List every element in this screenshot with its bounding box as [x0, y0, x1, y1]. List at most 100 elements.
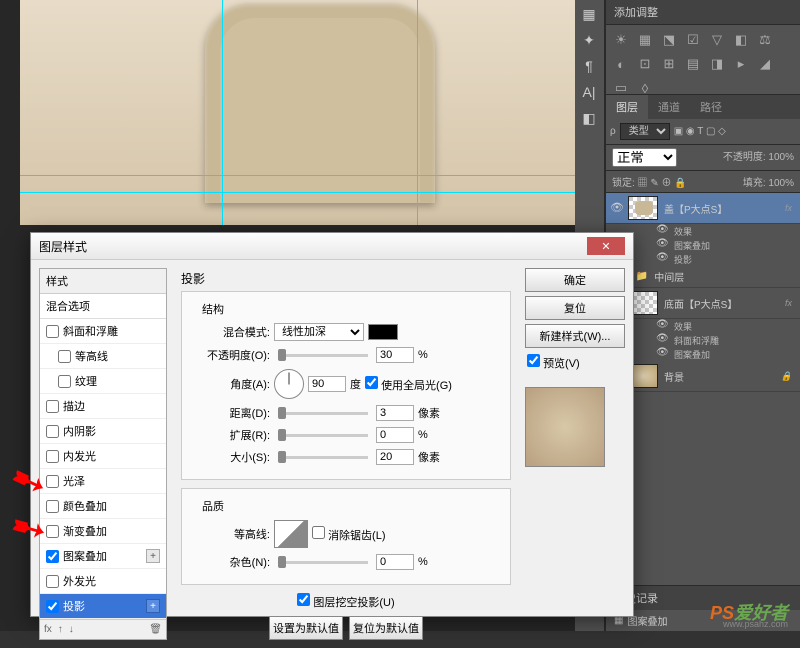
fx-badge[interactable]: fx — [785, 298, 796, 308]
style-checkbox[interactable] — [46, 600, 59, 613]
fill-label: 填充: — [743, 178, 766, 189]
layer-effect[interactable]: 👁图案叠加 — [606, 347, 800, 361]
layer-kind-select[interactable]: 类型 — [620, 123, 670, 140]
layer-effect[interactable]: 👁效果 — [606, 319, 800, 333]
adj-vibrance-icon[interactable]: ▽ — [708, 31, 726, 49]
reset-default-button[interactable]: 复位为默认值 — [349, 616, 423, 640]
ok-button[interactable]: 确定 — [525, 268, 625, 292]
layer-item[interactable]: 👁 背景 🔒 — [606, 361, 800, 392]
cancel-button[interactable]: 复位 — [525, 296, 625, 320]
add-icon[interactable]: + — [146, 549, 160, 563]
style-checkbox[interactable] — [46, 500, 59, 513]
style-checkbox[interactable] — [46, 550, 59, 563]
fx-label[interactable]: fx — [44, 624, 52, 635]
style-checkbox[interactable] — [58, 375, 71, 388]
noise-input[interactable] — [376, 554, 414, 570]
style-item[interactable]: 斜面和浮雕 — [40, 319, 166, 344]
preview-checkbox[interactable]: 预览(V) — [525, 352, 625, 373]
adj-poster-icon[interactable]: ▸ — [732, 55, 750, 73]
opacity-slider[interactable] — [278, 354, 368, 357]
layer-effect[interactable]: 👁斜面和浮雕 — [606, 333, 800, 347]
blend-mode-select[interactable]: 线性加深 — [274, 323, 364, 341]
adj-bw-icon[interactable]: ◐ — [612, 55, 630, 73]
add-icon[interactable]: + — [146, 599, 160, 613]
adj-invert-icon[interactable]: ◨ — [708, 55, 726, 73]
fx-badge[interactable]: fx — [785, 203, 796, 213]
shadow-color-swatch[interactable] — [368, 324, 398, 340]
adj-curves-icon[interactable]: ⬔ — [660, 31, 678, 49]
distance-input[interactable] — [376, 405, 414, 421]
style-item[interactable]: 外发光 — [40, 569, 166, 594]
opacity-input[interactable] — [376, 347, 414, 363]
new-style-button[interactable]: 新建样式(W)... — [525, 324, 625, 348]
blend-mode-select[interactable]: 正常 — [612, 148, 677, 167]
arrow-down-icon[interactable]: ↓ — [69, 624, 74, 635]
layer-item[interactable]: 👁 底面【P大点S】 fx — [606, 288, 800, 319]
layer-item[interactable]: 👁 ▸ 📁 中间层 — [606, 266, 800, 288]
contour-picker[interactable] — [274, 520, 308, 548]
layer-thumb[interactable] — [628, 196, 658, 220]
style-item[interactable]: 图案叠加+ — [40, 544, 166, 569]
layer-name: 背景 — [664, 369, 684, 384]
style-item[interactable]: 描边 — [40, 394, 166, 419]
tool-btn[interactable]: ◧ — [577, 106, 601, 130]
style-checkbox[interactable] — [46, 525, 59, 538]
tab-channels[interactable]: 通道 — [648, 95, 690, 119]
trash-icon[interactable]: 🗑 — [149, 624, 162, 635]
visibility-icon[interactable]: 👁 — [610, 201, 624, 215]
close-button[interactable]: ✕ — [587, 237, 625, 255]
opacity-value[interactable]: 100% — [768, 152, 794, 163]
antialias-checkbox[interactable]: 消除锯齿(L) — [312, 526, 386, 543]
style-checkbox[interactable] — [46, 325, 59, 338]
spread-input[interactable] — [376, 427, 414, 443]
adj-brightness-icon[interactable]: ☀ — [612, 31, 630, 49]
adj-photo-icon[interactable]: ⊡ — [636, 55, 654, 73]
adj-levels-icon[interactable]: ▦ — [636, 31, 654, 49]
layer-effect[interactable]: 👁投影 — [606, 252, 800, 266]
layer-effect[interactable]: 👁图案叠加 — [606, 238, 800, 252]
style-item[interactable]: 颜色叠加 — [40, 494, 166, 519]
knockout-checkbox[interactable]: 图层挖空投影(U) — [297, 597, 394, 609]
adj-exposure-icon[interactable]: ☑ — [684, 31, 702, 49]
adj-threshold-icon[interactable]: ◢ — [756, 55, 774, 73]
style-item[interactable]: 内发光 — [40, 444, 166, 469]
tool-btn[interactable]: ¶ — [577, 54, 601, 78]
angle-dial[interactable] — [274, 369, 304, 399]
adj-lookup-icon[interactable]: ▤ — [684, 55, 702, 73]
adj-hue-icon[interactable]: ◧ — [732, 31, 750, 49]
style-checkbox[interactable] — [46, 475, 59, 488]
style-item[interactable]: 光泽 — [40, 469, 166, 494]
noise-slider[interactable] — [278, 561, 368, 564]
distance-slider[interactable] — [278, 412, 368, 415]
layer-effect[interactable]: 👁效果 — [606, 224, 800, 238]
style-item[interactable]: 纹理 — [40, 369, 166, 394]
dialog-titlebar[interactable]: 图层样式 ✕ — [31, 233, 633, 260]
tool-btn[interactable]: A| — [577, 80, 601, 104]
layer-item[interactable]: 👁 盖【P大点S】 fx — [606, 193, 800, 224]
tool-btn[interactable]: ✦ — [577, 28, 601, 52]
adj-balance-icon[interactable]: ⚖ — [756, 31, 774, 49]
style-item[interactable]: 内阴影 — [40, 419, 166, 444]
size-input[interactable] — [376, 449, 414, 465]
arrow-up-icon[interactable]: ↑ — [58, 624, 63, 635]
style-checkbox[interactable] — [46, 450, 59, 463]
style-checkbox[interactable] — [46, 425, 59, 438]
make-default-button[interactable]: 设置为默认值 — [269, 616, 343, 640]
style-item[interactable]: 等高线 — [40, 344, 166, 369]
tab-paths[interactable]: 路径 — [690, 95, 732, 119]
angle-input[interactable] — [308, 376, 346, 392]
fill-value[interactable]: 100% — [768, 178, 794, 189]
adj-mixer-icon[interactable]: ⊞ — [660, 55, 678, 73]
style-item[interactable]: 渐变叠加 — [40, 519, 166, 544]
global-light-checkbox[interactable]: 使用全局光(G) — [365, 376, 452, 393]
tool-btn[interactable]: ▦ — [577, 2, 601, 26]
tab-layers[interactable]: 图层 — [606, 95, 648, 119]
watermark-url: www.psahz.com — [723, 619, 788, 629]
style-checkbox[interactable] — [46, 400, 59, 413]
style-checkbox[interactable] — [58, 350, 71, 363]
style-checkbox[interactable] — [46, 575, 59, 588]
blend-options[interactable]: 混合选项 — [40, 294, 166, 319]
style-item[interactable]: 投影+ — [40, 594, 166, 619]
spread-slider[interactable] — [278, 434, 368, 437]
size-slider[interactable] — [278, 456, 368, 459]
